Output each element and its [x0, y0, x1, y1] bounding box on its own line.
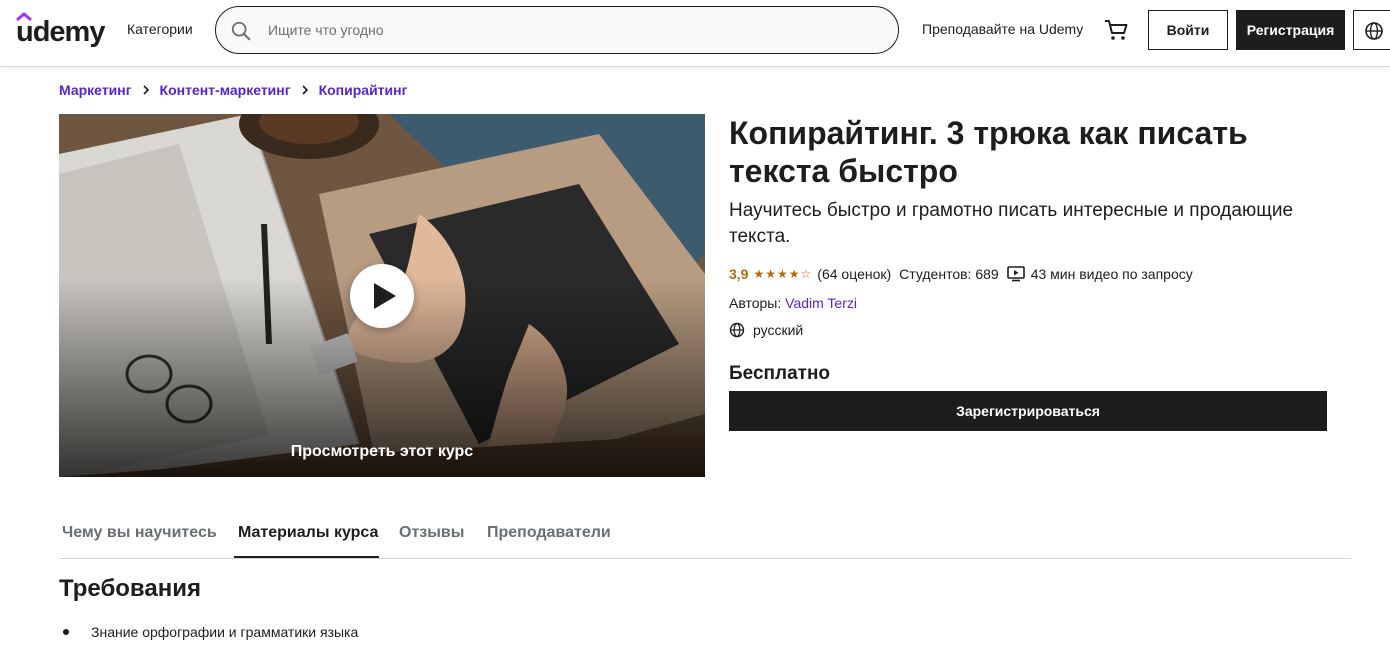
- login-button[interactable]: Войти: [1148, 10, 1228, 50]
- breadcrumb: Маркетинг Контент-маркетинг Копирайтинг: [59, 82, 407, 98]
- authors-label: Авторы:: [729, 295, 782, 311]
- tab-what-you-learn[interactable]: Чему вы научитесь: [62, 524, 217, 542]
- globe-icon: [729, 322, 745, 338]
- author-link[interactable]: Vadim Terzi: [785, 295, 857, 311]
- preview-label[interactable]: Просмотреть этот курс: [59, 443, 705, 461]
- rating-value: 3,9: [729, 266, 749, 282]
- breadcrumb-copywriting[interactable]: Копирайтинг: [319, 82, 408, 98]
- star-icon: ★: [788, 267, 801, 281]
- search-bar[interactable]: [215, 6, 899, 54]
- ratings-count[interactable]: (64 оценок): [817, 266, 891, 282]
- udemy-logo[interactable]: udemy: [16, 12, 108, 48]
- chevron-right-icon: [301, 82, 309, 98]
- globe-icon: [1365, 22, 1383, 40]
- play-button[interactable]: [350, 264, 414, 328]
- course-subtitle: Научитесь быстро и грамотно писать интер…: [729, 200, 1294, 247]
- language-button[interactable]: [1353, 10, 1390, 50]
- top-header: udemy Категории Преподавайте на Udemy Во…: [0, 0, 1390, 66]
- requirements-title: Требования: [59, 575, 201, 602]
- video-duration: 43 мин видео по запросу: [1030, 266, 1193, 282]
- video-icon: [1006, 266, 1025, 282]
- star-icon: ★: [765, 267, 777, 281]
- search-icon[interactable]: [230, 20, 252, 42]
- language-label: русский: [753, 322, 804, 338]
- rating-stars: ★★★★☆: [753, 267, 812, 281]
- requirement-item: Знание орфографии и грамматики языка: [63, 624, 358, 640]
- active-tab-indicator: [234, 556, 379, 558]
- course-language: русский: [729, 322, 803, 338]
- authors: Авторы: Vadim Terzi: [729, 295, 857, 311]
- enroll-button[interactable]: Зарегистрироваться: [729, 391, 1327, 431]
- cart-icon[interactable]: [1103, 18, 1129, 42]
- tab-instructors[interactable]: Преподаватели: [487, 524, 611, 542]
- price: Бесплатно: [729, 363, 831, 384]
- course-tabs: Чему вы научитесь Материалы курса Отзывы…: [59, 510, 1351, 559]
- chevron-right-icon: [142, 82, 150, 98]
- breadcrumb-marketing[interactable]: Маркетинг: [59, 82, 132, 98]
- breadcrumb-content-marketing[interactable]: Контент-маркетинг: [160, 82, 291, 98]
- bullet-icon: [63, 629, 69, 635]
- logo-text: udemy: [16, 16, 105, 48]
- requirement-text: Знание орфографии и грамматики языка: [91, 624, 359, 640]
- teach-on-udemy-link[interactable]: Преподавайте на Udemy: [922, 21, 1083, 37]
- course-title: Копирайтинг. 3 трюка как писать текста б…: [729, 115, 1248, 189]
- course-meta: 3,9 ★★★★☆ (64 оценок) Студентов: 689 43 …: [729, 266, 1193, 282]
- star-icon: ★: [753, 267, 766, 281]
- course-preview[interactable]: Просмотреть этот курс: [59, 114, 705, 477]
- search-input[interactable]: [268, 17, 868, 43]
- tab-reviews[interactable]: Отзывы: [399, 524, 464, 542]
- tab-course-content[interactable]: Материалы курса: [238, 524, 378, 542]
- students-count: Студентов: 689: [899, 266, 999, 282]
- signup-button[interactable]: Регистрация: [1236, 10, 1345, 50]
- star-icon: ★: [777, 267, 789, 281]
- categories-menu[interactable]: Категории: [127, 21, 193, 37]
- star-empty-icon: ☆: [800, 267, 813, 281]
